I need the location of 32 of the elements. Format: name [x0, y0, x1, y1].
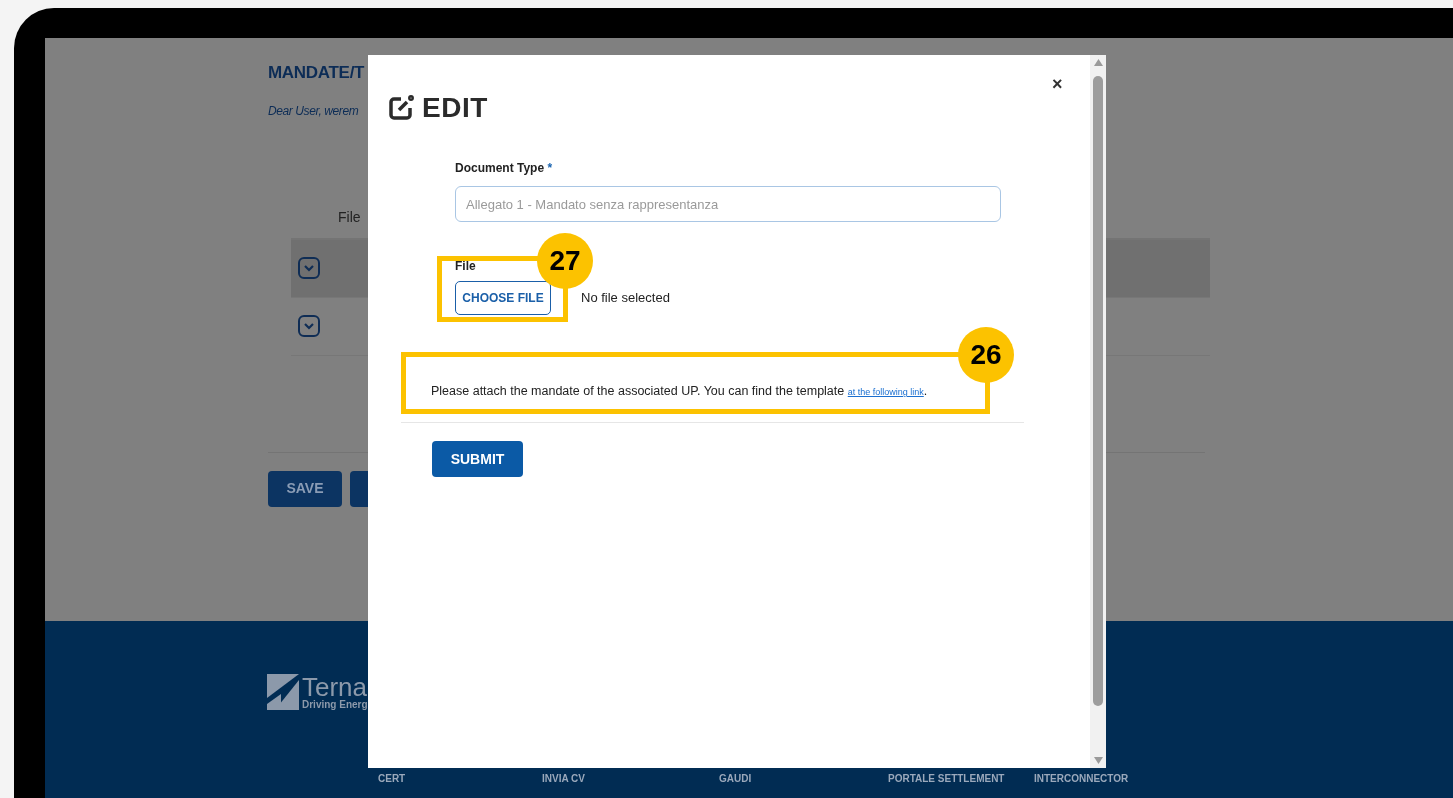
save-button[interactable]: SAVE	[268, 470, 342, 507]
footer-link[interactable]: GAUDI	[719, 771, 888, 786]
chevron-icon	[304, 322, 314, 330]
scroll-up-icon	[1093, 59, 1103, 66]
callout-number: 26	[958, 327, 1014, 383]
field-label: Document Type *	[455, 160, 553, 177]
dialog-title: EDIT	[422, 91, 488, 125]
chevron-icon	[304, 264, 314, 272]
intro-text: Dear User, werem	[268, 102, 359, 120]
logo-icon	[267, 674, 299, 710]
document-type-field[interactable]: Allegato 1 - Mandato senza rappresentanza	[455, 186, 1001, 222]
logo-name: Terna	[302, 674, 368, 700]
footer-link[interactable]: CERT	[378, 771, 542, 786]
template-link[interactable]: at the following link	[847, 387, 924, 398]
footer-link[interactable]: PORTALE SETTLEMENT	[888, 771, 1034, 786]
page-title: MANDATE/T	[268, 62, 365, 84]
close-button[interactable]: ×	[1052, 75, 1063, 93]
expand-button[interactable]	[298, 257, 320, 279]
edit-icon	[388, 95, 414, 121]
column-header: File	[338, 208, 361, 227]
hint-text: Please attach the mandate of the associated UP. You can find the template at the following link.	[431, 383, 928, 401]
logo-tagline: Driving Energ	[302, 700, 368, 710]
field-label: File	[455, 258, 476, 275]
file-status: No file selected	[581, 289, 670, 308]
footer-link[interactable]: INVIA CV	[542, 771, 719, 786]
callout-number: 27	[537, 233, 593, 289]
submit-button[interactable]: SUBMIT	[432, 441, 523, 477]
footer-link[interactable]: INTERCONNECTOR	[1034, 771, 1129, 786]
scroll-down-icon	[1093, 757, 1103, 764]
expand-button[interactable]	[298, 315, 320, 337]
choose-file-button[interactable]: CHOOSE FILE	[455, 281, 551, 315]
secondary-button[interactable]	[350, 470, 368, 507]
